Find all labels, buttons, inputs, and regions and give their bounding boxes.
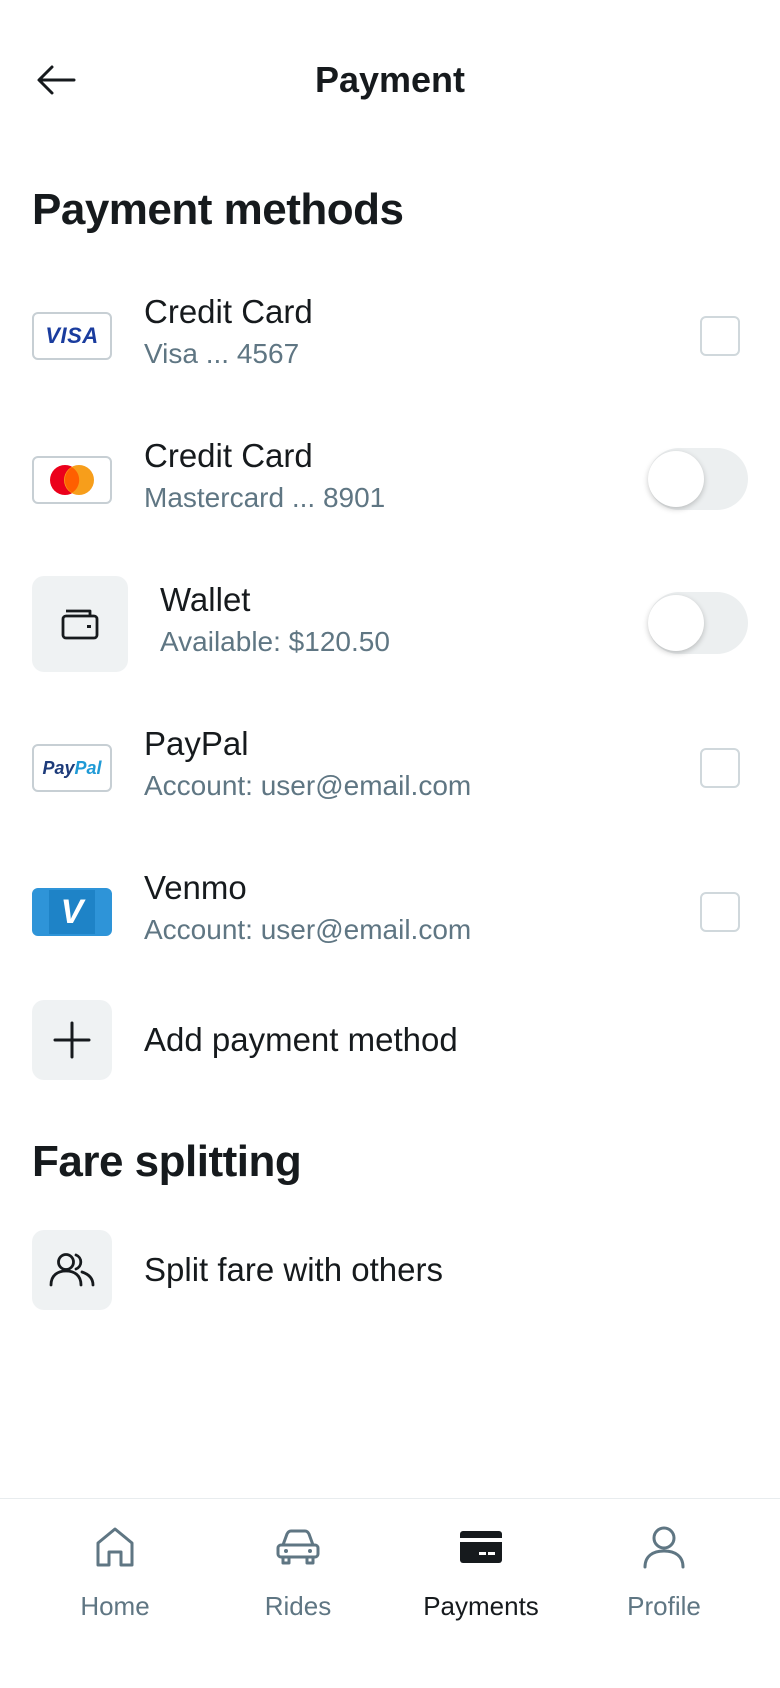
page-title: Payment	[314, 59, 466, 100]
nav-home[interactable]: Home	[25, 1523, 205, 1633]
mastercard-toggle[interactable]	[648, 448, 748, 510]
nav-profile[interactable]: Profile	[574, 1523, 754, 1633]
nav-rides[interactable]: Rides	[208, 1523, 388, 1633]
nav-label: Rides	[264, 1591, 332, 1621]
payment-method-title: Venmo	[144, 869, 247, 906]
wallet-tile	[32, 576, 128, 672]
paypal-checkbox[interactable]	[700, 748, 740, 788]
payment-method-wallet[interactable]: Wallet Available: $120.50	[0, 570, 780, 680]
payment-method-visa[interactable]: VISA Credit Card Visa ... 4567	[0, 282, 780, 392]
car-icon	[276, 1529, 320, 1565]
payment-method-title: Credit Card	[144, 437, 313, 474]
payment-method-subtitle: Available: $120.50	[160, 626, 390, 657]
payment-methods-heading: Payment methods	[32, 185, 404, 234]
venmo-checkbox[interactable]	[700, 892, 740, 932]
payment-method-paypal[interactable]: PayPal PayPal Account: user@email.com	[0, 714, 780, 824]
fare-splitting-heading: Fare splitting	[32, 1137, 302, 1186]
payment-method-subtitle: Mastercard ... 8901	[144, 482, 386, 513]
credit-card-icon	[460, 1531, 502, 1563]
payment-method-mastercard[interactable]: Credit Card Mastercard ... 8901	[0, 426, 780, 536]
split-fare-button[interactable]: Split fare with others	[0, 1230, 780, 1310]
nav-label: Payments	[423, 1591, 539, 1621]
payment-method-subtitle: Visa ... 4567	[144, 338, 300, 369]
payment-method-title: Credit Card	[144, 293, 313, 330]
toggle-knob	[648, 451, 704, 507]
split-fare-label: Split fare with others	[144, 1251, 443, 1288]
nav-label: Profile	[627, 1591, 701, 1621]
toggle-knob	[648, 595, 704, 651]
wallet-icon	[61, 609, 99, 640]
add-payment-method-button[interactable]: Add payment method	[0, 1000, 780, 1080]
top-bar: Payment	[0, 0, 780, 160]
paypal-logo: PayPal	[32, 744, 112, 792]
home-icon	[96, 1527, 134, 1567]
payment-method-subtitle: Account: user@email.com	[144, 770, 472, 801]
visa-checkbox[interactable]	[700, 316, 740, 356]
payment-method-title: PayPal	[144, 725, 249, 762]
add-payment-method-label: Add payment method	[144, 1021, 458, 1058]
wallet-toggle[interactable]	[648, 592, 748, 654]
split-fare-tile	[32, 1230, 112, 1310]
payment-method-subtitle: Account: user@email.com	[144, 914, 472, 945]
venmo-logo: V	[32, 888, 112, 936]
user-icon	[643, 1526, 685, 1569]
payment-method-venmo[interactable]: V Venmo Account: user@email.com	[0, 858, 780, 968]
mastercard-logo	[32, 456, 112, 504]
plus-icon	[53, 1021, 91, 1059]
add-tile	[32, 1000, 112, 1080]
bottom-nav: Home Rides Payments Profile	[0, 1498, 780, 1688]
mastercard-circles-icon	[50, 465, 94, 495]
nav-payments[interactable]: Payments	[391, 1523, 571, 1633]
nav-label: Home	[80, 1591, 150, 1621]
users-icon	[49, 1253, 95, 1287]
payment-method-title: Wallet	[160, 581, 251, 618]
visa-logo: VISA	[32, 312, 112, 360]
